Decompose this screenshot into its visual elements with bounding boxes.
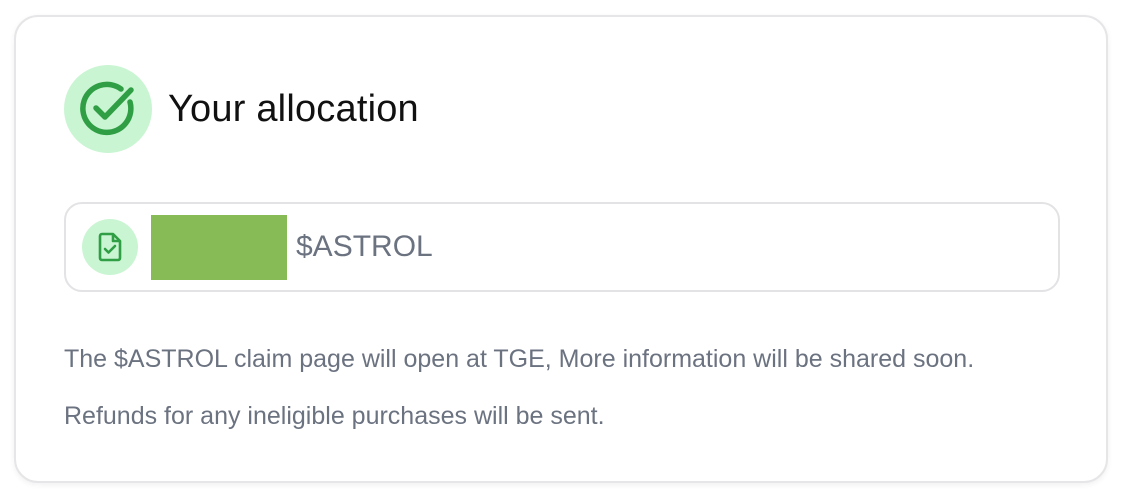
check-circle-icon bbox=[64, 65, 152, 153]
redacted-amount bbox=[151, 214, 287, 280]
refund-info-text: Refunds for any ineligible purchases wil… bbox=[64, 402, 605, 430]
token-symbol: $ASTROL bbox=[296, 230, 433, 263]
card-title: Your allocation bbox=[168, 87, 419, 130]
document-check-icon bbox=[82, 219, 138, 275]
allocation-card: Your allocation $ASTROL The $ASTROL clai… bbox=[14, 15, 1108, 483]
allocation-field: $ASTROL bbox=[64, 202, 1060, 292]
claim-info-text: The $ASTROL claim page will open at TGE,… bbox=[64, 345, 975, 373]
card-header: Your allocation bbox=[64, 65, 419, 153]
